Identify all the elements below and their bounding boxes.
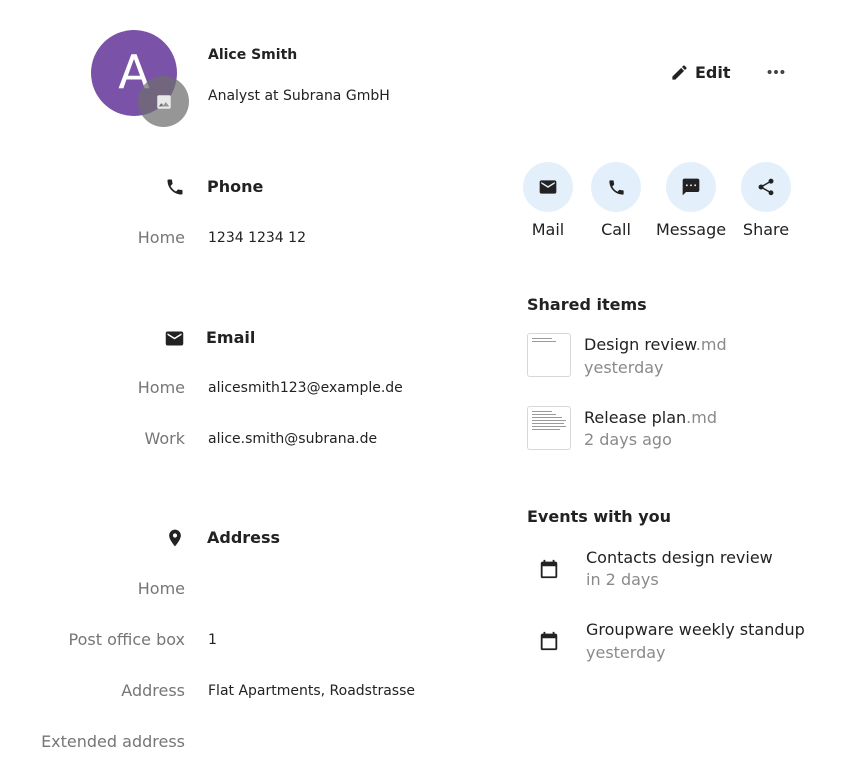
phone-section-title: Phone bbox=[207, 177, 264, 196]
email-home-label: Home bbox=[137, 378, 185, 397]
phone-home-value[interactable]: 1234 1234 12 bbox=[208, 230, 306, 246]
email-work-value[interactable]: alice.smith@subrana.de bbox=[208, 431, 377, 447]
shared-item-name: Design review.md bbox=[584, 335, 727, 354]
share-action-button[interactable]: Share bbox=[728, 162, 804, 239]
edit-button[interactable]: Edit bbox=[670, 58, 731, 86]
email-work-label: Work bbox=[144, 429, 185, 448]
event-time: in 2 days bbox=[586, 570, 659, 589]
shared-item[interactable]: Release plan.md 2 days ago bbox=[527, 406, 827, 456]
file-thumbnail bbox=[527, 333, 571, 377]
event-item[interactable]: Contacts design review in 2 days bbox=[527, 546, 827, 596]
address-pobox-label: Post office box bbox=[68, 630, 185, 649]
address-section-title: Address bbox=[207, 528, 281, 547]
address-street-value[interactable]: Flat Apartments, Roadstrasse bbox=[208, 683, 415, 699]
event-title: Groupware weekly standup bbox=[586, 620, 805, 639]
shared-item[interactable]: Design review.md yesterday bbox=[527, 333, 827, 383]
shared-items-title: Shared items bbox=[527, 295, 647, 314]
image-icon bbox=[156, 94, 171, 109]
email-home-value[interactable]: alicesmith123@example.de bbox=[208, 380, 403, 396]
contact-name[interactable]: Alice Smith bbox=[208, 47, 297, 63]
calendar-icon bbox=[540, 631, 558, 651]
phone-home-label: Home bbox=[137, 228, 185, 247]
file-thumbnail bbox=[527, 406, 571, 450]
edit-label: Edit bbox=[695, 62, 731, 82]
event-title: Contacts design review bbox=[586, 548, 773, 567]
more-horizontal-icon bbox=[767, 69, 785, 75]
call-action-label: Call bbox=[601, 220, 631, 239]
shared-item-time: yesterday bbox=[584, 358, 664, 377]
message-icon bbox=[682, 178, 700, 196]
location-pin-icon bbox=[164, 527, 186, 549]
pencil-icon bbox=[672, 64, 687, 80]
address-home-label: Home bbox=[137, 579, 185, 598]
more-actions-button[interactable] bbox=[762, 58, 790, 86]
events-title: Events with you bbox=[527, 507, 672, 526]
address-street-label: Address bbox=[121, 681, 185, 700]
mail-action-label: Mail bbox=[531, 220, 565, 239]
shared-item-time: 2 days ago bbox=[584, 430, 672, 449]
message-action-button[interactable]: Message bbox=[653, 162, 729, 239]
email-section-title: Email bbox=[206, 328, 256, 347]
mail-icon bbox=[539, 180, 557, 194]
email-icon bbox=[163, 327, 185, 349]
call-action-button[interactable]: Call bbox=[578, 162, 654, 239]
address-extended-label: Extended address bbox=[41, 732, 185, 751]
phone-icon bbox=[164, 176, 186, 198]
shared-item-name: Release plan.md bbox=[584, 408, 717, 427]
change-photo-button[interactable] bbox=[138, 76, 189, 127]
event-item[interactable]: Groupware weekly standup yesterday bbox=[527, 618, 827, 668]
calendar-icon bbox=[540, 559, 558, 579]
contact-subtitle[interactable]: Analyst at Subrana GmbH bbox=[208, 88, 390, 104]
share-icon bbox=[758, 178, 774, 196]
phone-icon bbox=[608, 179, 624, 195]
share-action-label: Share bbox=[742, 220, 790, 239]
address-pobox-value[interactable]: 1 bbox=[208, 632, 217, 648]
event-time: yesterday bbox=[586, 643, 666, 662]
mail-action-button[interactable]: Mail bbox=[510, 162, 586, 239]
message-action-label: Message bbox=[655, 220, 727, 239]
